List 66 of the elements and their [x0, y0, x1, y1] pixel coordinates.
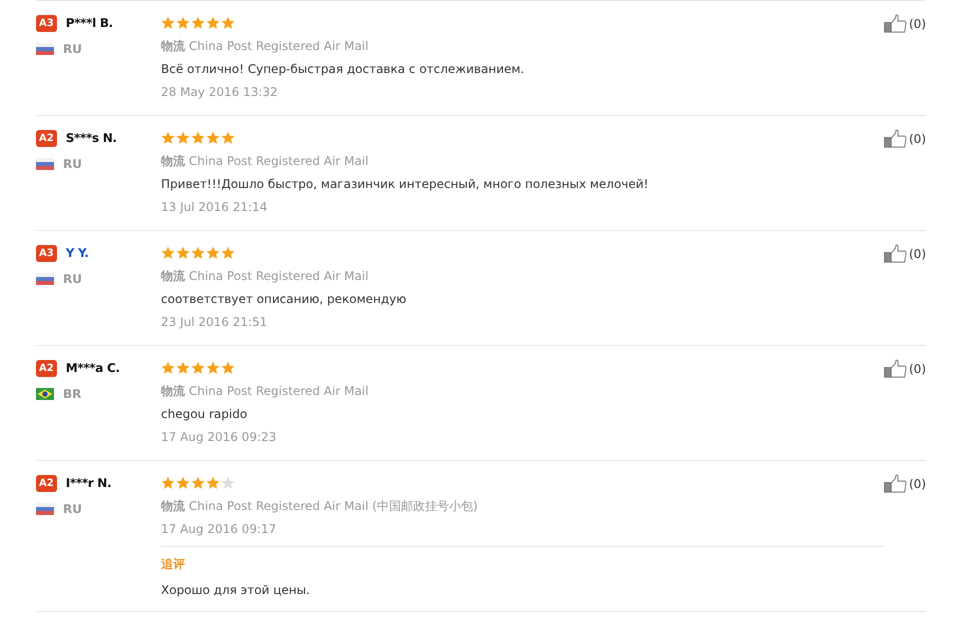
star-icon — [176, 16, 190, 30]
followup-text: Хорошо для этой цены. — [161, 583, 311, 597]
reviewer-name: M***a C. — [66, 361, 120, 375]
review-date: 23 Jul 2016 21:51 — [161, 314, 268, 331]
followup-label: 追评 — [161, 556, 186, 573]
star-icon — [161, 361, 175, 375]
level-badge: A2 — [36, 474, 57, 492]
star-icon — [161, 476, 175, 490]
star-icon — [206, 16, 220, 30]
star-icon — [161, 131, 175, 145]
review-text: Всё отлично! Супер-быстрая доставка с отслеживанием. — [161, 61, 526, 78]
country-code: RU — [63, 502, 82, 516]
thumbs-up-icon[interactable] — [884, 244, 907, 264]
country-code: RU — [63, 42, 82, 56]
country-code: BR — [63, 387, 82, 401]
shipping-method: 物流 China Post Registered Air Mail — [161, 383, 370, 400]
like-count: (0) — [909, 476, 926, 493]
shipping-method: 物流 China Post Registered Air Mail — [161, 153, 370, 170]
review-date: 28 May 2016 13:32 — [161, 84, 279, 101]
review-text: соответствует описанию, рекомендую — [161, 291, 408, 308]
star-icon — [176, 131, 190, 145]
reviewer-name[interactable]: Y Y. — [66, 246, 89, 260]
thumbs-up-icon[interactable] — [884, 129, 907, 149]
star-icon — [176, 246, 190, 260]
shipping-method: 物流 China Post Registered Air Mail (中国邮政挂号小包) — [161, 498, 479, 515]
star-icon — [191, 131, 205, 145]
star-icon — [191, 361, 205, 375]
shipping-method: 物流 China Post Registered Air Mail — [161, 268, 370, 285]
star-icon — [221, 246, 235, 260]
like-count: (0) — [909, 246, 926, 263]
star-icon — [221, 476, 235, 490]
thumbs-up-icon[interactable] — [884, 474, 907, 494]
thumbs-up-icon[interactable] — [884, 14, 907, 34]
reviewer-name: S***s N. — [66, 131, 117, 145]
star-icon — [176, 476, 190, 490]
level-badge: A2 — [36, 360, 57, 376]
star-icon — [206, 361, 220, 375]
star-icon — [161, 246, 175, 260]
star-icon — [191, 476, 205, 490]
review-date: 13 Jul 2016 21:14 — [161, 199, 268, 216]
reviewer-name: P***l B. — [66, 16, 113, 30]
like-count: (0) — [909, 361, 926, 378]
shipping-method: 物流 China Post Registered Air Mail — [161, 38, 370, 55]
like-count: (0) — [909, 131, 926, 148]
review-text: chegou rapido — [161, 406, 248, 423]
review-date: 17 Aug 2016 09:23 — [161, 429, 278, 446]
level-badge: A3 — [36, 244, 57, 262]
level-badge: A2 — [36, 130, 57, 146]
star-icon — [191, 16, 205, 30]
star-icon — [191, 246, 205, 260]
review-text: Привет!!!Дошло быстро, магазинчик интересный, много полезных мелочей! — [161, 176, 650, 193]
like-count: (0) — [909, 16, 926, 33]
star-icon — [206, 131, 220, 145]
star-icon — [221, 361, 235, 375]
star-icon — [161, 16, 175, 30]
star-icon — [206, 246, 220, 260]
star-icon — [206, 476, 220, 490]
country-code: RU — [63, 272, 82, 286]
review-date: 17 Aug 2016 09:17 — [161, 521, 278, 538]
thumbs-up-icon[interactable] — [884, 359, 907, 379]
star-icon — [176, 361, 190, 375]
level-badge: A3 — [36, 14, 57, 32]
reviewer-name: I***r N. — [66, 476, 112, 490]
country-code: RU — [63, 157, 82, 171]
star-icon — [221, 131, 235, 145]
star-icon — [221, 16, 235, 30]
